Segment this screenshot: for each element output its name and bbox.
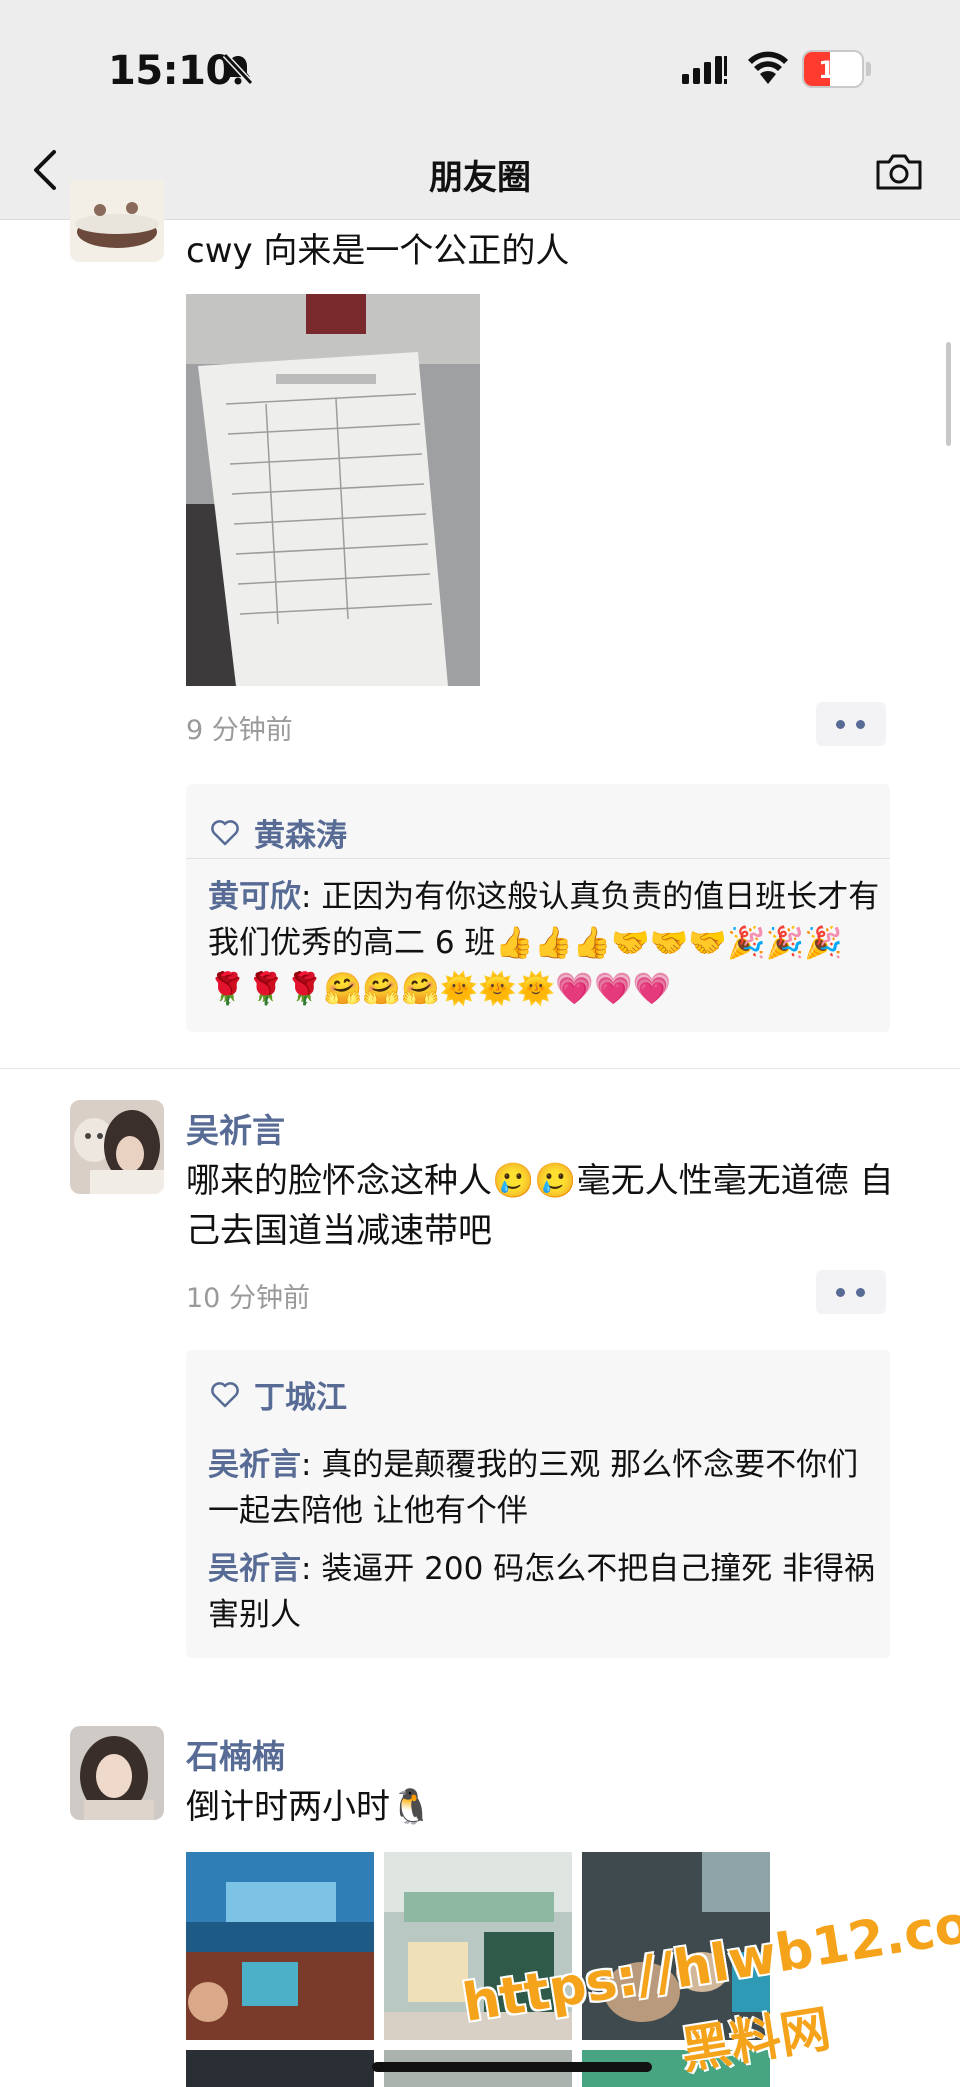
comment-box: 黄森涛 黄可欣: 正因为有你这般认真负责的值日班长才有我们优秀的高二 6 班👍👍… xyxy=(186,784,890,1032)
comment-box: 丁城江 吴祈言: 真的是颠覆我的三观 那么怀念要不你们一起去陪他 让他有个伴 吴… xyxy=(186,1350,890,1658)
battery-icon: 16 xyxy=(802,50,872,88)
post-time: 9 分钟前 xyxy=(186,715,293,746)
scrollbar[interactable] xyxy=(946,342,951,446)
comment-author[interactable]: 吴祈言 xyxy=(208,1551,301,1587)
heart-icon xyxy=(211,1382,239,1408)
username[interactable]: 吴祈言 xyxy=(186,1104,285,1152)
home-indicator[interactable] xyxy=(372,2062,652,2072)
post-text: 倒计时两小时🐧 xyxy=(186,1787,433,1827)
wifi-icon xyxy=(748,51,788,84)
comment-author[interactable]: 吴祈言 xyxy=(208,1447,301,1483)
post-text: cwy 向来是一个公正的人 xyxy=(186,231,570,271)
bell-slash-icon xyxy=(222,52,254,86)
status-time: 15:10 xyxy=(108,48,233,94)
more-dots-icon[interactable] xyxy=(816,702,886,746)
post-image[interactable] xyxy=(186,294,480,686)
comment[interactable]: 吴祈言: 装逼开 200 码怎么不把自己撞死 非得祸害别人 xyxy=(208,1546,880,1638)
comment-separator: : xyxy=(301,879,322,915)
comment-separator: : xyxy=(301,1447,322,1483)
comment-author[interactable]: 黄可欣 xyxy=(208,879,301,915)
battery-level: 16 xyxy=(818,56,852,84)
post-image[interactable] xyxy=(186,2050,374,2087)
avatar[interactable] xyxy=(70,1100,164,1194)
comment[interactable]: 黄可欣: 正因为有你这般认真负责的值日班长才有我们优秀的高二 6 班👍👍👍🤝🤝🤝… xyxy=(208,874,880,1012)
like-name: 丁城江 xyxy=(254,1380,347,1416)
post-image[interactable] xyxy=(186,1852,374,2040)
comment-separator: : xyxy=(301,1551,322,1587)
camera-icon[interactable] xyxy=(874,152,924,192)
post-time: 10 分钟前 xyxy=(186,1283,310,1314)
avatar[interactable] xyxy=(70,1726,164,1820)
like-name: 黄森涛 xyxy=(254,818,347,854)
comment[interactable]: 吴祈言: 真的是颠覆我的三观 那么怀念要不你们一起去陪他 让他有个伴 xyxy=(208,1442,880,1534)
username[interactable]: 石楠楠 xyxy=(186,1730,285,1778)
avatar[interactable] xyxy=(70,180,164,262)
post-text: 哪来的脸怀念这种人🥲🥲毫无人性毫无道德 自己去国道当减速带吧 xyxy=(186,1161,894,1251)
more-dots-icon[interactable] xyxy=(816,1270,886,1314)
signal-icon xyxy=(682,56,727,84)
heart-icon xyxy=(211,820,239,846)
